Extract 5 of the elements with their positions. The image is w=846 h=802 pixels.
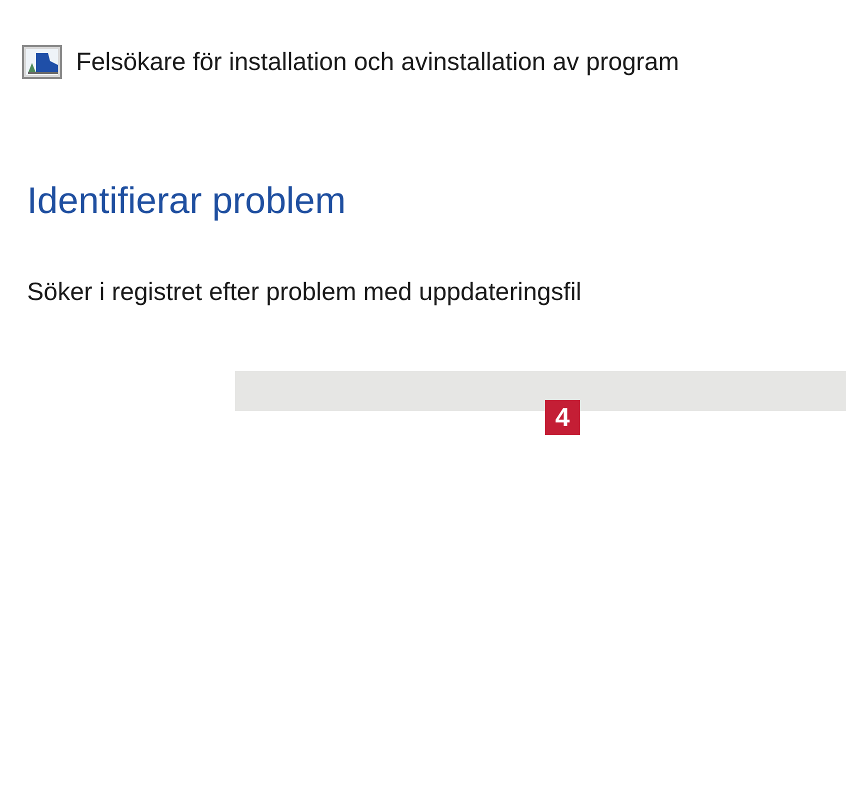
heading: Identifierar problem [27,179,347,223]
callout-badge: 4 [545,400,580,435]
troubleshooter-icon [22,45,62,79]
status-text: Söker i registret efter problem med uppdateringsfil [27,277,582,307]
window-title: Felsökare för installation och avinstallation av program [76,48,680,76]
